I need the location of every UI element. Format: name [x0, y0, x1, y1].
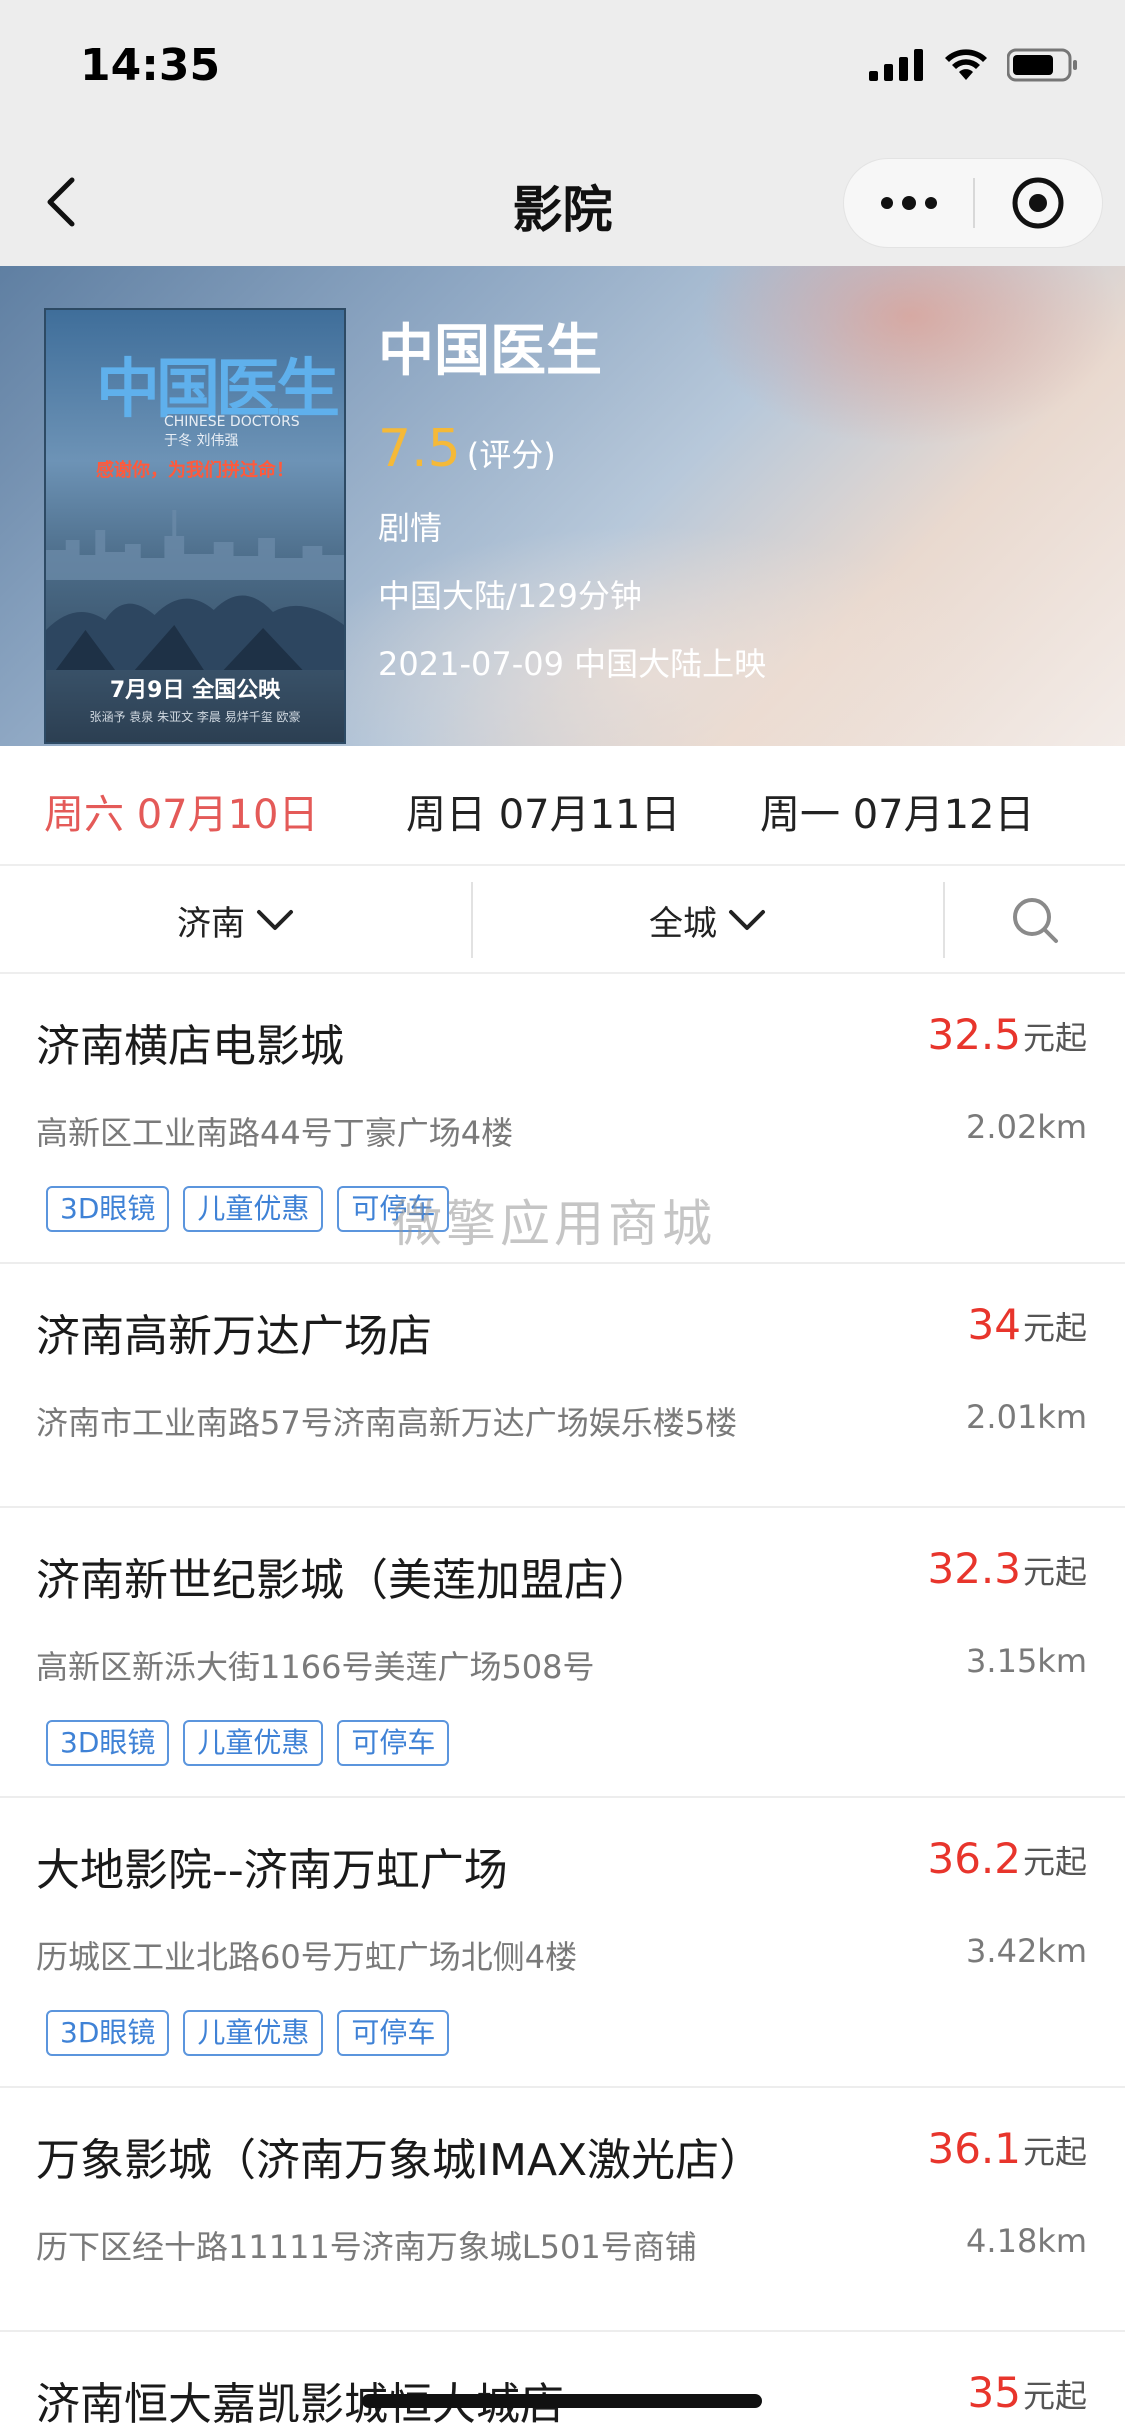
tag-3d-glasses: 3D眼镜 — [46, 1720, 170, 1766]
cinema-address: 历城区工业北路60号万虹广场北侧4楼 — [36, 1938, 578, 1976]
poster-city-skyline — [46, 510, 344, 580]
chevron-down-icon — [257, 910, 293, 930]
movie-genre: 剧情 — [378, 509, 443, 547]
cinema-price: 34 元起 — [968, 1300, 1087, 1349]
poster-slogan: 感谢你，为我们拼过命！ — [96, 460, 294, 481]
date-tabs: 周六 07月10日 周日 07月11日 周一 07月12日 — [0, 746, 1125, 866]
movie-poster[interactable]: 中国医生 CHINESE DOCTORS 于冬 刘伟强 感谢你，为我们拼过命！ … — [44, 308, 346, 744]
price-unit: 元起 — [1022, 2377, 1087, 2415]
poster-english-title: CHINESE DOCTORS — [164, 414, 300, 430]
cinema-distance: 3.42km — [966, 1932, 1087, 1970]
tag-child-discount: 儿童优惠 — [183, 1186, 324, 1232]
filter-bar: 济南 全城 — [0, 866, 1125, 974]
tag-parking: 可停车 — [337, 1720, 450, 1766]
more-dots-icon — [880, 196, 937, 210]
battery-icon — [1007, 48, 1077, 82]
more-button[interactable] — [844, 159, 973, 247]
price-value: 36.1 — [927, 2124, 1021, 2173]
cinema-tags: 3D眼镜 儿童优惠 可停车 — [46, 1186, 450, 1232]
cinema-name: 万象影城（济南万象城IMAX激光店） — [36, 2135, 764, 2186]
cinema-address: 高新区新泺大街1166号美莲广场508号 — [36, 1648, 595, 1686]
rating-score: 7.5 — [378, 419, 461, 479]
price-unit: 元起 — [1022, 1843, 1087, 1881]
price-unit: 元起 — [1022, 1019, 1087, 1057]
poster-crowd — [46, 595, 344, 670]
tag-3d-glasses: 3D眼镜 — [46, 1186, 170, 1232]
price-unit: 元起 — [1022, 1309, 1087, 1347]
chevron-down-icon — [729, 910, 765, 930]
poster-cast: 于冬 刘伟强 — [164, 433, 239, 449]
tag-child-discount: 儿童优惠 — [183, 2010, 324, 2056]
cinema-address: 历下区经十路11111号济南万象城L501号商铺 — [36, 2228, 697, 2266]
district-filter[interactable]: 全城 — [473, 866, 943, 974]
status-time: 14:35 — [80, 40, 221, 91]
date-tab-0712[interactable]: 周一 07月12日 — [760, 782, 1035, 840]
cinema-name: 济南横店电影城 — [36, 1021, 344, 1072]
cinema-distance: 2.01km — [966, 1398, 1087, 1436]
date-tab-0710[interactable]: 周六 07月10日 — [44, 782, 319, 840]
cinema-name: 济南新世纪影城（美莲加盟店） — [36, 1555, 652, 1606]
price-unit: 元起 — [1022, 1553, 1087, 1591]
status-bar: 14:35 — [0, 0, 1125, 140]
target-circle-icon — [1012, 177, 1064, 229]
district-filter-label: 全城 — [649, 903, 717, 944]
cinema-address: 高新区工业南路44号丁豪广场4楼 — [36, 1114, 514, 1152]
cinema-price: 36.1 元起 — [927, 2124, 1087, 2173]
status-icons — [869, 48, 1079, 82]
cinema-item[interactable]: 万象影城（济南万象城IMAX激光店） 36.1 元起 历下区经十路11111号济… — [0, 2088, 1125, 2332]
city-filter[interactable]: 济南 — [0, 866, 472, 974]
cinema-item[interactable]: 济南高新万达广场店 34 元起 济南市工业南路57号济南高新万达广场娱乐楼5楼 … — [0, 1264, 1125, 1508]
price-value: 32.3 — [927, 1544, 1021, 1593]
mini-program-capsule — [843, 158, 1103, 248]
cinema-tags: 3D眼镜 儿童优惠 可停车 — [46, 2010, 450, 2056]
cinema-tags: 3D眼镜 儿童优惠 可停车 — [46, 1720, 450, 1766]
cinema-price: 32.3 元起 — [927, 1544, 1087, 1593]
tag-3d-glasses: 3D眼镜 — [46, 2010, 170, 2056]
close-program-button[interactable] — [975, 159, 1102, 247]
cinema-name: 大地影院--济南万虹广场 — [36, 1845, 508, 1896]
price-unit: 元起 — [1022, 2133, 1087, 2171]
search-icon — [1013, 898, 1058, 943]
price-value: 36.2 — [927, 1834, 1021, 1883]
price-value: 32.5 — [927, 1010, 1021, 1059]
poster-subtitle: CHINESE DOCTORS 于冬 刘伟强 — [164, 414, 300, 450]
watermark: 微擎应用商城 — [392, 1195, 716, 1253]
cinema-distance: 3.15km — [966, 1642, 1087, 1680]
movie-header: 中国医生 CHINESE DOCTORS 于冬 刘伟强 感谢你，为我们拼过命！ … — [0, 266, 1125, 746]
movie-meta: 中国大陆/129分钟 — [378, 577, 642, 615]
rating-label: (评分) — [466, 436, 556, 474]
tag-child-discount: 儿童优惠 — [183, 1720, 324, 1766]
date-tab-0711[interactable]: 周日 07月11日 — [406, 782, 681, 840]
cinema-price: 35 元起 — [968, 2368, 1087, 2417]
cinema-address: 济南市工业南路57号济南高新万达广场娱乐楼5楼 — [36, 1404, 738, 1442]
price-value: 35 — [967, 2368, 1021, 2417]
movie-release-date: 2021-07-09 中国大陆上映 — [378, 645, 767, 683]
cinema-item[interactable]: 济南新世纪影城（美莲加盟店） 32.3 元起 高新区新泺大街1166号美莲广场5… — [0, 1508, 1125, 1798]
city-filter-label: 济南 — [177, 903, 245, 944]
movie-info: 中国医生 7.5 (评分) 剧情 中国大陆/129分钟 2021-07-09 中… — [378, 306, 1095, 685]
poster-date: 7月9日 全国公映 — [109, 678, 281, 703]
cinema-item[interactable]: 大地影院--济南万虹广场 36.2 元起 历城区工业北路60号万虹广场北侧4楼 … — [0, 1798, 1125, 2088]
price-value: 34 — [967, 1300, 1021, 1349]
cinema-price: 36.2 元起 — [927, 1834, 1087, 1883]
cinema-price: 32.5 元起 — [927, 1010, 1087, 1059]
cinema-item[interactable]: 济南恒大嘉凯影城恒大城店 35 元起 — [0, 2332, 1125, 2436]
cinema-name: 济南高新万达广场店 — [36, 1311, 432, 1362]
cinema-distance: 2.02km — [966, 1108, 1087, 1146]
movie-title: 中国医生 — [378, 319, 602, 384]
cinema-distance: 4.18km — [966, 2222, 1087, 2260]
signal-icon — [869, 49, 923, 81]
poster-credits: 张涵予 袁泉 朱亚文 李晨 易烊千玺 欧豪 — [89, 710, 301, 724]
rating-line: 7.5 (评分) — [378, 419, 1095, 479]
home-indicator[interactable] — [362, 2394, 762, 2408]
wifi-icon — [945, 49, 987, 80]
search-button[interactable] — [945, 866, 1125, 974]
nav-bar: 影院 — [0, 140, 1125, 266]
tag-parking: 可停车 — [337, 2010, 450, 2056]
